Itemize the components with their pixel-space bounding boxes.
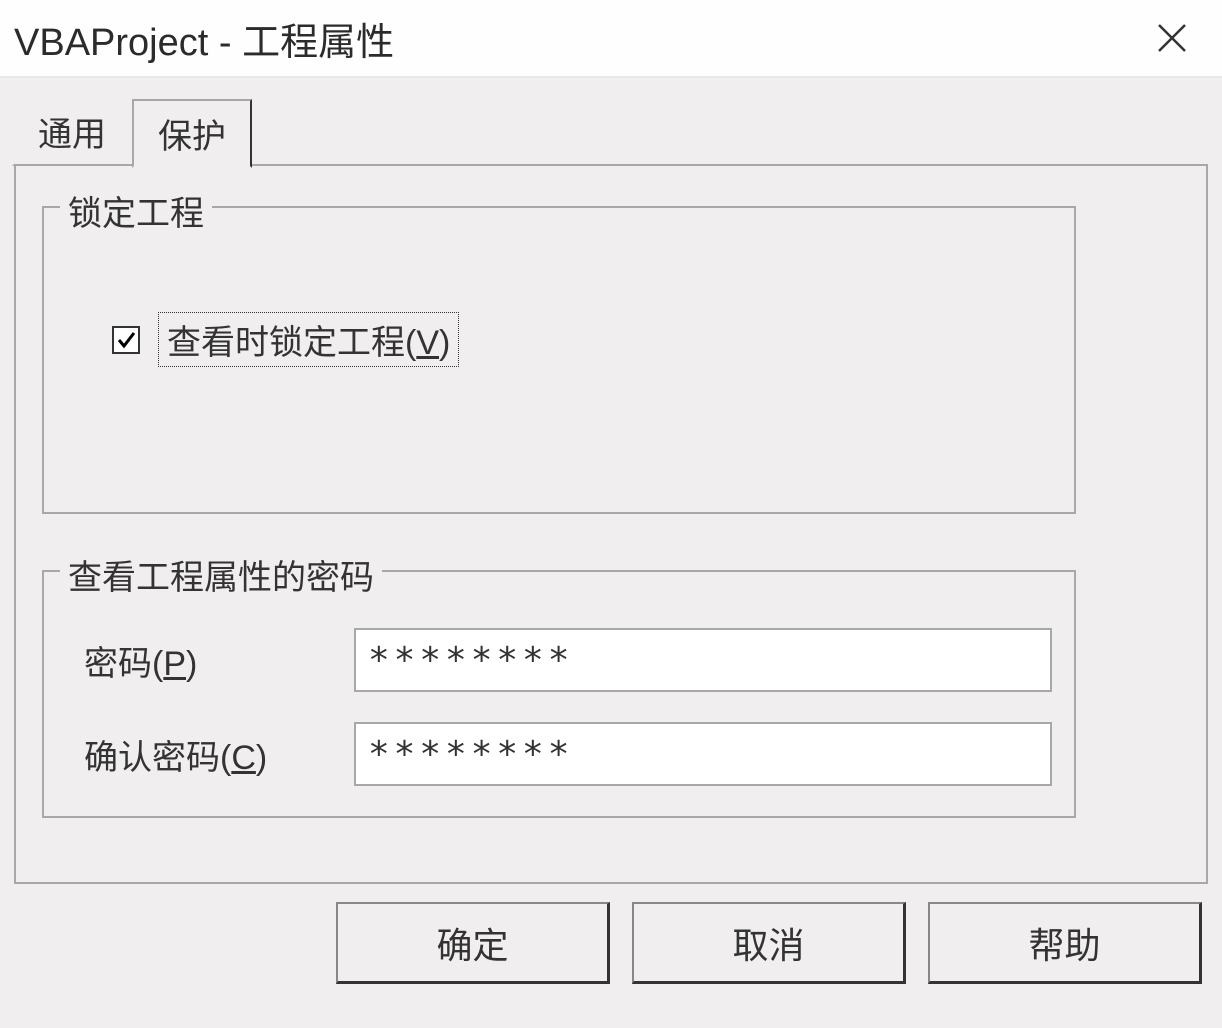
window-title: VBAProject - 工程属性 [14,11,394,66]
group-lock-title: 锁定工程 [60,186,212,235]
dialog-content: 通用 保护 锁定工程 查看时锁定工程(V) 查看工程属性的密码 密码(P) [0,78,1222,1028]
ok-button[interactable]: 确定 [336,902,610,984]
tab-general[interactable]: 通用 [12,97,132,166]
tab-protection[interactable]: 保护 [132,99,252,168]
checkbox-lock-for-viewing[interactable] [112,326,140,354]
password-input[interactable] [354,628,1052,692]
confirm-password-label: 确认密码(C) [84,730,354,779]
group-lock-project: 锁定工程 查看时锁定工程(V) [42,206,1076,514]
group-password-title: 查看工程属性的密码 [60,550,382,599]
checkmark-icon [116,330,136,350]
cancel-button[interactable]: 取消 [632,902,906,984]
checkbox-lock-label[interactable]: 查看时锁定工程(V) [158,312,459,367]
field-row-password: 密码(P) [84,628,1052,692]
close-icon [1156,22,1188,54]
checkbox-row-lock: 查看时锁定工程(V) [112,312,459,367]
dialog-button-row: 确定 取消 帮助 [336,902,1202,984]
titlebar: VBAProject - 工程属性 [0,0,1222,78]
field-row-confirm: 确认密码(C) [84,722,1052,786]
close-button[interactable] [1152,18,1192,58]
group-password: 查看工程属性的密码 密码(P) 确认密码(C) [42,570,1076,818]
help-button[interactable]: 帮助 [928,902,1202,984]
password-label: 密码(P) [84,636,354,685]
tab-panel-protection: 锁定工程 查看时锁定工程(V) 查看工程属性的密码 密码(P) [14,164,1208,884]
confirm-password-input[interactable] [354,722,1052,786]
tab-strip: 通用 保护 [12,106,1222,166]
